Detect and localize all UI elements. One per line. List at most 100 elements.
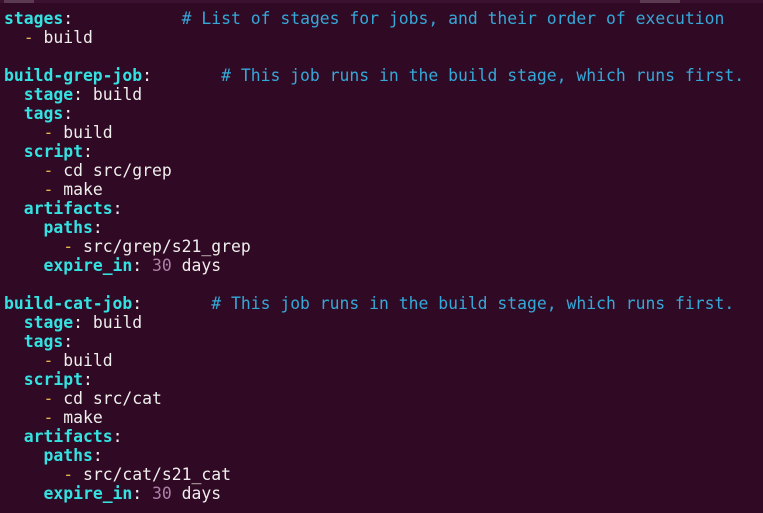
yaml-key: tags — [23, 104, 64, 123]
value-text: src/grep/s21_grep — [73, 237, 251, 256]
yaml-key: tags — [23, 332, 64, 351]
value-text: days — [171, 256, 222, 275]
number-value: 30 — [152, 256, 172, 275]
colon: : — [73, 85, 83, 104]
yaml-key: stages — [4, 9, 64, 28]
value-text — [73, 9, 182, 28]
value-text — [4, 237, 63, 256]
comment: # List of stages for jobs, and their ord… — [181, 9, 725, 28]
colon: : — [82, 370, 93, 389]
yaml-key: build-grep-job — [4, 66, 143, 85]
yaml-key: stage — [23, 313, 74, 332]
colon: : — [142, 66, 153, 85]
code-line: - make — [4, 180, 763, 199]
yaml-key: paths — [43, 446, 93, 465]
list-dash: - — [43, 351, 54, 370]
value-text: build — [53, 123, 113, 142]
value-text: build — [53, 351, 113, 370]
yaml-key: expire_in — [43, 256, 133, 275]
yaml-key: stage — [23, 85, 74, 104]
list-dash: - — [63, 237, 74, 256]
value-text — [4, 408, 43, 427]
yaml-key: artifacts — [23, 427, 113, 446]
value-text — [142, 294, 211, 313]
colon: : — [132, 294, 143, 313]
code-line: stages: # List of stages for jobs, and t… — [4, 9, 763, 28]
yaml-key: expire_in — [43, 484, 133, 503]
colon: : — [63, 9, 74, 28]
code-line: build-cat-job: # This job runs in the bu… — [4, 294, 763, 313]
colon: : — [92, 218, 103, 237]
value-text: build — [33, 28, 93, 47]
yaml-key: script — [23, 370, 83, 389]
tab-edge-left — [4, 0, 34, 3]
value-text — [4, 85, 24, 104]
code-line: - make — [4, 408, 763, 427]
code-line: expire_in: 30 days — [4, 484, 763, 503]
code-line: - src/grep/s21_grep — [4, 237, 763, 256]
list-dash: - — [43, 161, 54, 180]
value-text — [4, 161, 43, 180]
list-dash: - — [23, 28, 34, 47]
value-text: cd src/cat — [53, 389, 162, 408]
value-text: src/cat/s21_cat — [73, 465, 231, 484]
value-text — [4, 446, 43, 465]
value-text — [4, 484, 43, 503]
title-bar-strip — [0, 0, 763, 3]
colon: : — [82, 142, 93, 161]
code-line: stage: build — [4, 85, 763, 104]
value-text — [4, 351, 43, 370]
value-text: cd src/grep — [53, 161, 172, 180]
value-text — [4, 256, 43, 275]
colon: : — [73, 313, 83, 332]
tab-edge-right — [640, 0, 680, 3]
code-line: - cd src/grep — [4, 161, 763, 180]
comment: # This job runs in the build stage, whic… — [221, 66, 745, 85]
value-text — [4, 427, 24, 446]
colon: : — [92, 446, 103, 465]
comment: # This job runs in the build stage, whic… — [211, 294, 735, 313]
colon: : — [112, 199, 123, 218]
value-text — [142, 256, 152, 275]
colon: : — [132, 484, 143, 503]
colon: : — [132, 256, 143, 275]
value-text — [4, 389, 43, 408]
code-line: tags: — [4, 104, 763, 123]
yaml-key: paths — [43, 218, 93, 237]
yaml-editor[interactable]: stages: # List of stages for jobs, and t… — [0, 0, 763, 513]
code-line: script: — [4, 370, 763, 389]
value-text: make — [53, 180, 103, 199]
colon: : — [63, 332, 74, 351]
value-text: days — [171, 484, 222, 503]
code-area[interactable]: stages: # List of stages for jobs, and t… — [4, 9, 763, 503]
code-line: artifacts: — [4, 199, 763, 218]
list-dash: - — [63, 465, 74, 484]
value-text — [4, 142, 24, 161]
code-line: - cd src/cat — [4, 389, 763, 408]
code-line: paths: — [4, 446, 763, 465]
value-text — [4, 332, 24, 351]
value-text — [4, 123, 43, 142]
code-line: - src/cat/s21_cat — [4, 465, 763, 484]
code-line: build-grep-job: # This job runs in the b… — [4, 66, 763, 85]
number-value: 30 — [152, 484, 172, 503]
code-line: stage: build — [4, 313, 763, 332]
value-text — [4, 313, 24, 332]
list-dash: - — [43, 123, 54, 142]
value-text — [4, 104, 24, 123]
value-text — [4, 370, 24, 389]
value-text — [4, 180, 43, 199]
colon: : — [63, 104, 74, 123]
list-dash: - — [43, 408, 54, 427]
colon: : — [112, 427, 123, 446]
code-line: paths: — [4, 218, 763, 237]
code-line: - build — [4, 123, 763, 142]
value-text — [142, 484, 152, 503]
code-line: artifacts: — [4, 427, 763, 446]
value-text: build — [82, 85, 143, 104]
value-text: build — [82, 313, 143, 332]
code-line: - build — [4, 28, 763, 47]
value-text — [4, 465, 63, 484]
value-text: make — [53, 408, 103, 427]
